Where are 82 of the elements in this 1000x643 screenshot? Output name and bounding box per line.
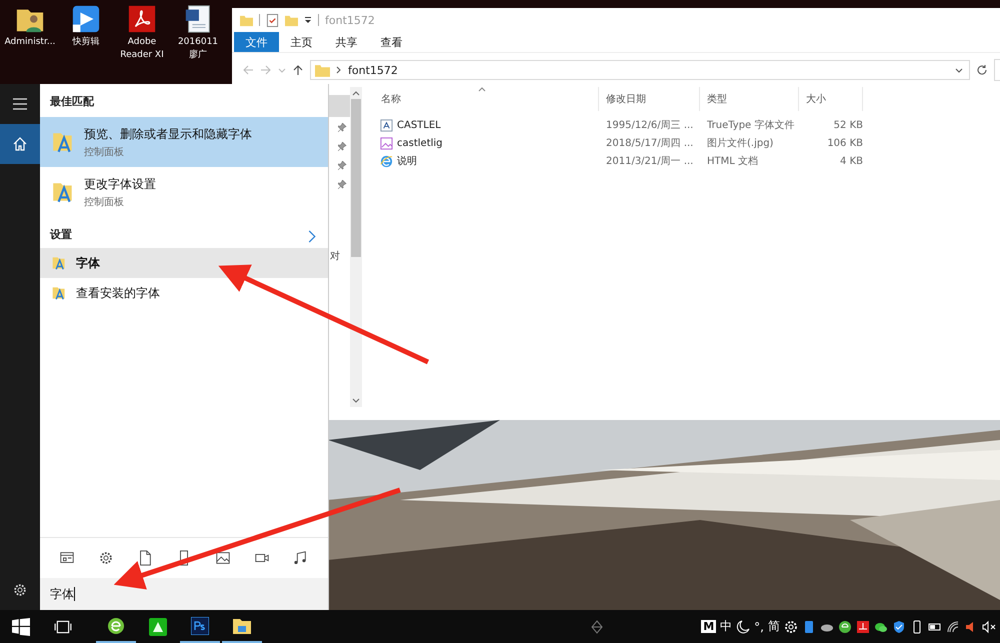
scroll-up-icon[interactable] — [352, 90, 360, 96]
column-header[interactable]: 名称 — [374, 87, 599, 111]
dropdown-icon[interactable] — [304, 16, 312, 24]
table-cell-text: 52 KB — [832, 120, 863, 130]
desktop-icon-label[interactable]: 2016011 廖广 — [178, 36, 218, 62]
table-cell-text: 1995/12/6/周三 ... — [605, 119, 694, 132]
shield-icon[interactable] — [892, 620, 906, 634]
music-icon[interactable] — [292, 550, 308, 566]
settings-icon[interactable] — [98, 550, 114, 566]
file-name[interactable]: CASTLEL — [397, 120, 441, 130]
sort-icon — [478, 87, 486, 92]
menu-icon — [13, 97, 27, 111]
pin-icon[interactable] — [338, 123, 347, 132]
window-title: font1572 — [325, 14, 375, 26]
scrollbar[interactable] — [350, 87, 362, 407]
settings-result[interactable]: 字体 — [40, 248, 328, 278]
caret-icon[interactable] — [955, 66, 963, 74]
result-title: 预览、删除或者显示和隐藏字体 — [84, 126, 252, 142]
image-icon[interactable] — [214, 550, 231, 566]
image-file-icon — [380, 136, 393, 150]
table-cell-text: 4 KB — [839, 156, 863, 166]
tray-text[interactable]: M — [701, 620, 716, 633]
result-subtitle: 控制面板 — [84, 146, 125, 158]
ribbon-tab[interactable]: 查看 — [369, 32, 414, 52]
app-icon[interactable] — [59, 550, 76, 566]
photoshop-icon — [191, 616, 209, 634]
file-name[interactable]: castletlig — [397, 138, 443, 148]
pin-icon[interactable] — [338, 142, 347, 151]
ribbon-tab[interactable]: 共享 — [324, 32, 369, 52]
result-title: 更改字体设置 — [84, 176, 156, 192]
table-cell-text: TrueType 字体文件 — [706, 118, 796, 132]
play-app-icon[interactable] — [71, 4, 101, 34]
mute-icon[interactable] — [982, 620, 996, 634]
result-subtitle: 控制面板 — [84, 196, 125, 208]
ribbon-tab[interactable]: 文件 — [234, 32, 279, 52]
search-result[interactable]: 预览、删除或者显示和隐藏字体 控制面板 — [40, 117, 328, 167]
desktop-icon-label[interactable]: Administr... — [4, 36, 56, 49]
up-icon[interactable] — [292, 64, 304, 76]
font-file-icon — [380, 118, 393, 132]
moon-icon[interactable] — [736, 620, 750, 634]
search-field[interactable] — [994, 59, 1000, 81]
section-heading: 设置 — [48, 227, 73, 243]
ribbon-tab[interactable]: 主页 — [279, 32, 324, 52]
table-cell-text: 106 KB — [826, 138, 863, 148]
pdf-app-icon[interactable] — [127, 4, 157, 34]
scroll-down-icon[interactable] — [352, 398, 360, 404]
desktop-icon-label[interactable]: 快剪辑 — [72, 36, 100, 49]
chevron-right-icon[interactable] — [308, 230, 316, 243]
column-header[interactable]: 修改日期 — [599, 87, 700, 111]
checklist-icon[interactable] — [266, 14, 279, 26]
refresh-icon[interactable] — [976, 64, 988, 76]
section-heading: 最佳匹配 — [49, 94, 95, 110]
column-header[interactable]: 大小 — [799, 87, 863, 111]
address-path: font1572 — [348, 64, 399, 76]
pin-icon[interactable] — [338, 180, 347, 189]
start-icon[interactable] — [12, 618, 30, 636]
pin-icon[interactable] — [338, 161, 347, 170]
font-folder-icon — [52, 285, 66, 301]
font-folder-icon — [52, 255, 66, 271]
tray-text[interactable]: 简 — [768, 618, 780, 635]
tray-text[interactable]: °, — [754, 620, 764, 634]
home-button[interactable] — [0, 124, 40, 164]
file-name[interactable]: 说明 — [397, 154, 417, 168]
desktop-icon-label[interactable]: Adobe Reader XI — [120, 36, 164, 62]
settings-icon — [13, 583, 27, 597]
chevron-icon — [336, 66, 342, 74]
home-icon — [13, 137, 27, 151]
address-bar[interactable]: font1572 — [310, 60, 970, 80]
settings-icon[interactable] — [784, 620, 798, 634]
nav-item[interactable]: 对 — [330, 249, 340, 263]
settings-result[interactable]: 查看安装的字体 — [40, 278, 328, 308]
table-cell-text: 2018/5/17/周四 ... — [605, 137, 694, 150]
search-result[interactable]: 更改字体设置 控制面板 — [40, 167, 328, 217]
table-cell-text: 2011/3/21/周一 ... — [605, 155, 694, 168]
wifi-icon[interactable] — [946, 620, 960, 634]
tray-text[interactable]: 中 — [720, 618, 732, 635]
column-header[interactable]: 类型 — [700, 87, 799, 111]
browser-file-icon — [380, 154, 393, 168]
table-cell-text: HTML 文档 — [706, 154, 760, 168]
document-icon[interactable] — [137, 550, 154, 566]
table-cell-text: 图片文件(.jpg) — [706, 136, 774, 150]
search-field[interactable]: 字体 — [40, 578, 328, 610]
